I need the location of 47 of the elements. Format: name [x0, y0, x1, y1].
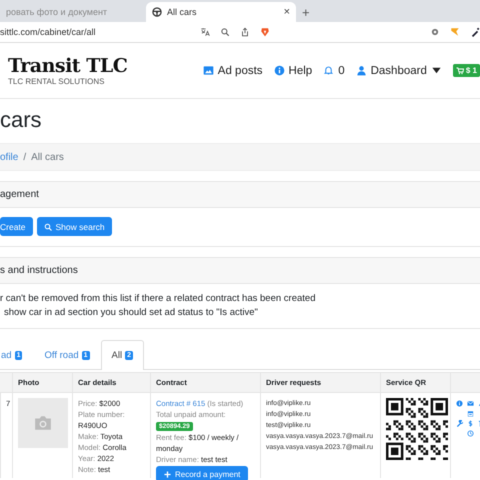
flag-icon[interactable]	[450, 27, 460, 37]
envelope-icon[interactable]	[467, 400, 474, 407]
qr-code-drawing	[386, 398, 448, 460]
info-icon	[274, 65, 285, 76]
wrench-icon[interactable]	[456, 420, 463, 427]
instruction-text: show car in ad section you should set ad status to "Is active"	[3, 306, 259, 320]
logo-title[interactable]: Transit TLC	[8, 55, 203, 77]
page-title: cars	[0, 107, 43, 133]
logo-tagline: TLC RENTAL SOLUTIONS	[8, 77, 106, 86]
cart-badge[interactable]: $ 1	[452, 64, 480, 77]
camera-icon	[32, 414, 54, 432]
card-header: s and instructions	[0, 257, 480, 284]
new-tab-button[interactable]: +	[302, 2, 310, 22]
settings-icon[interactable]	[430, 27, 440, 37]
steering-wheel-icon	[152, 7, 162, 17]
calendar-icon[interactable]	[467, 410, 474, 417]
nav-link[interactable]: Help	[274, 64, 312, 76]
image-icon	[202, 65, 214, 76]
translate-icon[interactable]	[200, 27, 210, 37]
shield-icon[interactable]	[260, 27, 270, 37]
close-tab-button[interactable]: ×	[284, 6, 290, 18]
browser-tab[interactable]: All cars ×	[146, 2, 296, 22]
zoom-icon[interactable]	[220, 27, 230, 37]
info-icon[interactable]	[456, 400, 463, 407]
dropper-icon[interactable]	[470, 27, 480, 37]
show-search-button[interactable]: Show search	[36, 217, 112, 236]
bell-icon	[323, 65, 334, 76]
card-header: agement	[0, 181, 480, 208]
breadcrumb-separator: /	[23, 152, 26, 162]
record-payment-button[interactable]: Record a payment	[156, 466, 248, 480]
nav-link[interactable]: Dashboard	[356, 64, 442, 76]
user-icon	[356, 65, 367, 76]
cart-icon	[456, 66, 464, 74]
nav-link[interactable]: 0	[323, 64, 345, 76]
address-field[interactable]: sittlc.com/cabinet/car/all	[0, 27, 190, 37]
plus-icon	[164, 470, 171, 478]
instruction-text: r can't be removed from this list if there a related contract has been created	[0, 292, 316, 306]
nav-link[interactable]: Ad posts	[202, 64, 263, 76]
share-icon[interactable]	[240, 27, 250, 37]
create-button[interactable]: Create	[0, 217, 33, 236]
search-icon	[44, 222, 52, 230]
clock-icon[interactable]	[467, 430, 474, 437]
dollar-icon[interactable]	[467, 420, 474, 427]
breadcrumb-link[interactable]: ofile	[0, 152, 18, 162]
caret-icon	[430, 65, 442, 76]
breadcrumb-current: All cars	[31, 152, 64, 162]
column-header-background	[0, 372, 12, 393]
